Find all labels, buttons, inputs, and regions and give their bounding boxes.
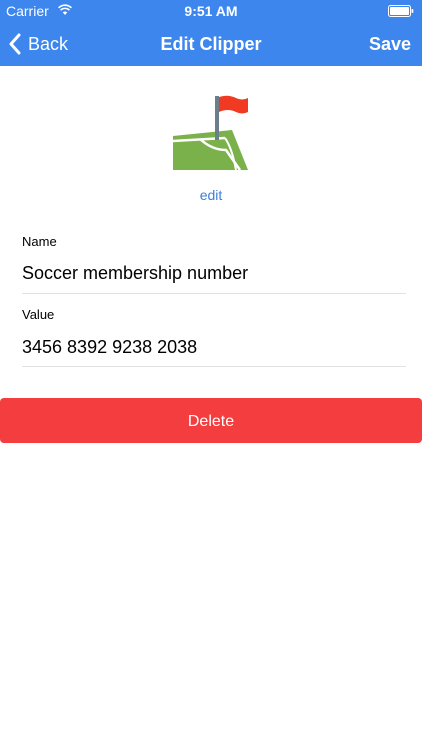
soccer-corner-flag-icon[interactable] <box>170 92 250 172</box>
value-divider <box>22 366 406 367</box>
name-field[interactable] <box>22 263 406 284</box>
value-label: Value <box>22 307 55 322</box>
battery-icon <box>388 5 414 17</box>
delete-button[interactable]: Delete <box>0 398 422 443</box>
status-time: 9:51 AM <box>184 3 238 19</box>
edit-clipper-screen: Carrier 9:51 AM Back Edit Clipper Save e… <box>0 0 422 750</box>
navigation-bar: Back Edit Clipper Save <box>0 22 422 66</box>
top-bar: Carrier 9:51 AM Back Edit Clipper Save <box>0 0 422 66</box>
page-title: Edit Clipper <box>160 34 262 54</box>
save-button[interactable]: Save <box>369 22 411 66</box>
name-label: Name <box>22 234 57 249</box>
name-divider <box>22 293 406 294</box>
status-bar: Carrier 9:51 AM <box>0 0 422 22</box>
edit-icon-link[interactable]: edit <box>0 187 422 203</box>
value-field[interactable] <box>22 337 406 358</box>
